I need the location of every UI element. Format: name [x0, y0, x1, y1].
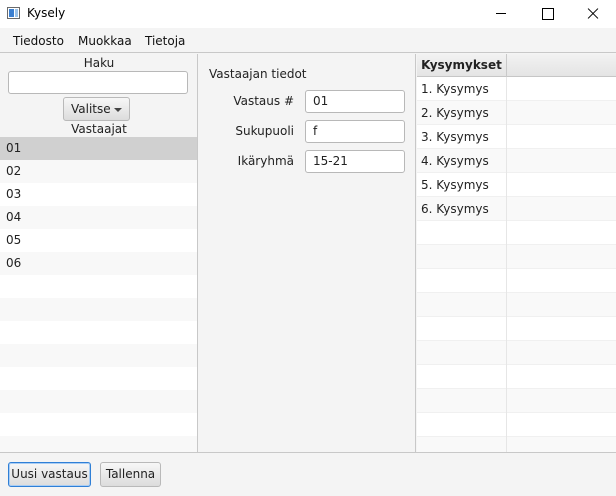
answer-cell[interactable] [507, 413, 616, 437]
list-item[interactable] [0, 275, 197, 298]
list-item[interactable]: 01 [0, 137, 197, 160]
table-row[interactable]: 4. Kysymys [417, 149, 616, 173]
question-cell: 6. Kysymys [417, 197, 507, 221]
save-button[interactable]: Tallenna [100, 462, 161, 487]
answer-cell[interactable] [507, 221, 616, 245]
list-item[interactable] [0, 344, 197, 367]
field-label-age-group: Ikäryhmä [237, 154, 294, 168]
column-header-questions[interactable]: Kysymykset [417, 54, 507, 77]
question-cell [417, 389, 507, 413]
list-item[interactable]: 02 [0, 160, 197, 183]
list-item[interactable] [0, 367, 197, 390]
minimize-icon[interactable] [478, 0, 524, 28]
select-dropdown-label: Valitse [71, 102, 111, 116]
table-row[interactable] [417, 437, 616, 452]
table-row[interactable] [417, 317, 616, 341]
answer-cell[interactable] [507, 245, 616, 269]
question-cell: 5. Kysymys [417, 173, 507, 197]
question-cell [417, 365, 507, 389]
respondents-list[interactable]: 01 02 03 04 05 06 [0, 137, 197, 452]
list-item[interactable] [0, 413, 197, 436]
answer-cell[interactable] [507, 149, 616, 173]
title-bar: Kysely [0, 0, 616, 28]
respondents-label: Vastaajat [71, 122, 127, 136]
answer-cell[interactable] [507, 389, 616, 413]
question-cell [417, 317, 507, 341]
chevron-down-icon [114, 108, 122, 112]
answer-cell[interactable] [507, 317, 616, 341]
question-cell [417, 341, 507, 365]
answer-cell[interactable] [507, 173, 616, 197]
menu-bar: Tiedosto Muokkaa Tietoja [0, 28, 616, 53]
list-item[interactable] [0, 390, 197, 413]
question-cell [417, 269, 507, 293]
field-label-gender: Sukupuoli [235, 124, 294, 138]
question-cell: 4. Kysymys [417, 149, 507, 173]
close-icon[interactable] [570, 0, 616, 28]
age-group-field[interactable]: 15-21 [305, 150, 405, 173]
column-header-answers[interactable] [507, 54, 616, 77]
question-cell: 3. Kysymys [417, 125, 507, 149]
search-input[interactable] [8, 71, 188, 94]
answer-cell[interactable] [507, 101, 616, 125]
question-cell [417, 293, 507, 317]
field-label-response-number: Vastaus # [233, 94, 294, 108]
table-row[interactable] [417, 389, 616, 413]
respondent-details-panel: Vastaajan tiedot Vastaus # 01 Sukupuoli … [199, 54, 416, 452]
menu-muokkaa[interactable]: Muokkaa [78, 34, 132, 48]
list-item[interactable] [0, 436, 197, 452]
table-row[interactable] [417, 413, 616, 437]
list-item[interactable] [0, 298, 197, 321]
bottom-bar: Uusi vastaus Tallenna [0, 452, 616, 496]
question-cell: 2. Kysymys [417, 101, 507, 125]
answer-cell[interactable] [507, 365, 616, 389]
list-item[interactable] [0, 321, 197, 344]
answer-cell[interactable] [507, 437, 616, 452]
question-cell [417, 245, 507, 269]
questions-table: Kysymykset 1. Kysymys 2. Kysymys 3. Kysymy… [417, 54, 616, 452]
table-row[interactable]: 2. Kysymys [417, 101, 616, 125]
response-number-field[interactable]: 01 [305, 90, 405, 113]
list-item[interactable]: 06 [0, 252, 197, 275]
gender-field[interactable]: f [305, 120, 405, 143]
table-row[interactable]: 6. Kysymys [417, 197, 616, 221]
new-response-button[interactable]: Uusi vastaus [8, 462, 91, 487]
table-row[interactable] [417, 221, 616, 245]
window-title: Kysely [27, 6, 66, 20]
table-header: Kysymykset [417, 54, 616, 77]
menu-tiedosto[interactable]: Tiedosto [13, 34, 64, 48]
left-panel: Haku Valitse Vastaajat 01 02 03 04 05 06 [0, 54, 198, 452]
list-item[interactable]: 04 [0, 206, 197, 229]
answer-cell[interactable] [507, 77, 616, 101]
maximize-icon[interactable] [524, 0, 570, 28]
table-row[interactable] [417, 293, 616, 317]
table-row[interactable]: 5. Kysymys [417, 173, 616, 197]
question-cell: 1. Kysymys [417, 77, 507, 101]
question-cell [417, 437, 507, 452]
app-window-icon [7, 7, 20, 19]
list-item[interactable]: 05 [0, 229, 197, 252]
table-row[interactable] [417, 269, 616, 293]
table-row[interactable] [417, 341, 616, 365]
table-row[interactable]: 3. Kysymys [417, 125, 616, 149]
answer-cell[interactable] [507, 197, 616, 221]
section-title: Vastaajan tiedot [209, 67, 307, 81]
select-dropdown[interactable]: Valitse [63, 97, 130, 121]
table-body: 1. Kysymys 2. Kysymys 3. Kysymys 4. Kysymys… [417, 77, 616, 452]
question-cell [417, 413, 507, 437]
answer-cell[interactable] [507, 341, 616, 365]
list-item[interactable]: 03 [0, 183, 197, 206]
question-cell [417, 221, 507, 245]
answer-cell[interactable] [507, 269, 616, 293]
menu-tietoja[interactable]: Tietoja [145, 34, 185, 48]
search-label: Haku [83, 56, 115, 70]
table-row[interactable] [417, 245, 616, 269]
table-row[interactable]: 1. Kysymys [417, 77, 616, 101]
table-row[interactable] [417, 365, 616, 389]
answer-cell[interactable] [507, 125, 616, 149]
answer-cell[interactable] [507, 293, 616, 317]
